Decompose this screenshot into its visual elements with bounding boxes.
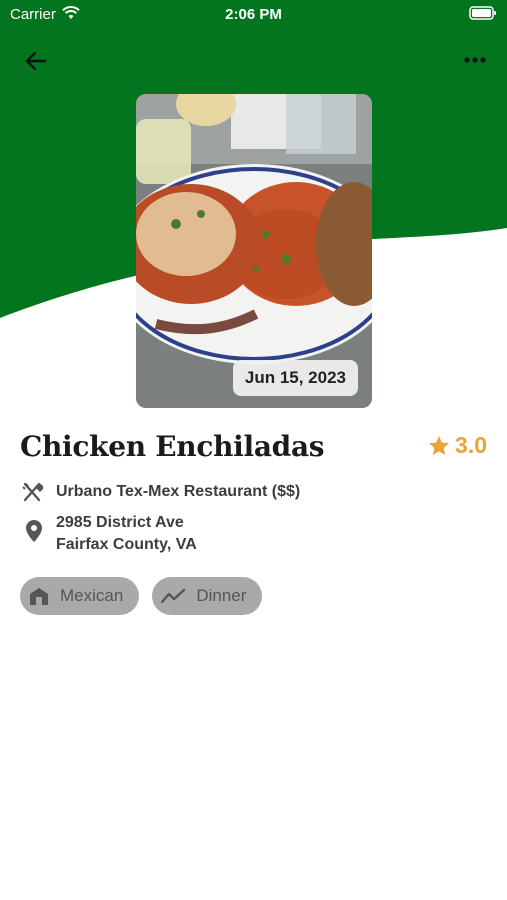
address-line-2: Fairfax County, VA — [56, 536, 197, 553]
dish-photo[interactable]: Jun 15, 2023 — [136, 94, 372, 408]
address-line-1: 2985 District Ave — [56, 514, 184, 531]
tag-label-dinner: Dinner — [196, 586, 247, 605]
more-options-button[interactable] — [459, 45, 491, 77]
utensils-icon — [22, 482, 44, 502]
restaurant-name: Urbano Tex-Mex Restaurant ($$) — [56, 483, 301, 500]
tag-chip-dinner[interactable]: Dinner — [152, 577, 263, 615]
restaurant-row[interactable]: Urbano Tex-Mex Restaurant ($$) — [20, 481, 300, 505]
arrow-left-icon — [25, 51, 47, 71]
tag-chips: Mexican Dinner — [20, 577, 263, 615]
trend-line-icon — [161, 588, 186, 604]
star-icon — [429, 435, 450, 455]
rating-value: 3.0 — [455, 432, 487, 458]
rating: 3.0 — [427, 432, 487, 459]
location-pin-icon — [26, 520, 42, 542]
status-bar: Carrier 2:06 PM — [0, 0, 507, 30]
battery-icon — [469, 6, 496, 20]
restaurant-building-icon — [30, 588, 48, 605]
dish-title: Chicken Enchiladas — [20, 430, 325, 463]
back-button[interactable] — [20, 45, 52, 77]
status-time: 2:06 PM — [225, 6, 282, 23]
address-row[interactable]: 2985 District Ave Fairfax County, VA — [20, 512, 197, 556]
date-badge: Jun 15, 2023 — [232, 360, 358, 396]
more-horizontal-icon — [464, 57, 486, 63]
tag-chip-mexican[interactable]: Mexican — [20, 577, 140, 615]
tag-label-mexican: Mexican — [60, 586, 124, 605]
